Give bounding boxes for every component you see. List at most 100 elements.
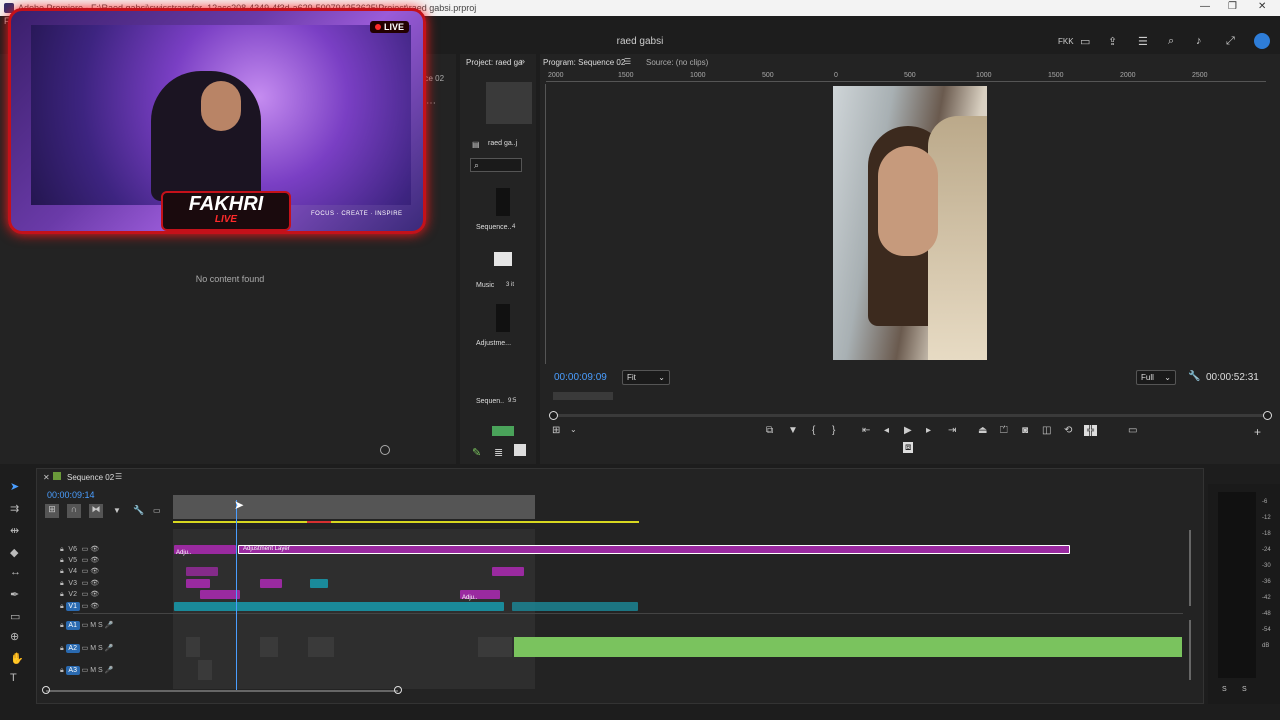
minimize-icon[interactable]: — (1200, 1, 1210, 12)
audio-thumb[interactable] (492, 426, 514, 436)
program-scrubber[interactable] (549, 411, 1272, 420)
lock-icon[interactable]: 🔒︎ (60, 645, 64, 652)
loop-button[interactable]: ⧈ (903, 442, 914, 453)
ripple-edit-icon[interactable]: ⇹ (10, 524, 19, 537)
program-tab[interactable]: Program: Sequence 02 (543, 58, 625, 67)
clip-v4b[interactable] (186, 567, 218, 576)
proxy-icon[interactable]: ⟲ (1064, 425, 1072, 436)
mark-in-icon[interactable]: { (812, 425, 815, 436)
timeline-timecode[interactable]: 00:00:09:14 (47, 490, 95, 500)
zoom-select[interactable]: Fit ⌄ (622, 370, 670, 385)
share-icon[interactable]: ⇪ (1108, 35, 1117, 48)
go-to-in-icon[interactable]: ⇤ (862, 425, 870, 436)
lock-icon[interactable]: 🔒︎ (60, 603, 64, 610)
add-button-icon[interactable]: + (1254, 425, 1261, 439)
settings-icon[interactable]: ⊞ (552, 425, 560, 436)
linked-selection-icon[interactable]: ⧓ (89, 504, 103, 518)
folder-icon[interactable] (494, 252, 512, 266)
mark-out-icon[interactable]: } (832, 425, 835, 436)
volume-icon[interactable]: ♪ (1196, 35, 1202, 47)
camera-icon[interactable]: ◙ (1022, 425, 1028, 436)
bin-item-adjustment[interactable]: Adjustme... (476, 340, 511, 347)
track-label[interactable]: A3 (65, 666, 80, 675)
menu-icon[interactable]: ☰ (1138, 35, 1148, 48)
lock-icon[interactable]: 🔒︎ (60, 580, 64, 587)
audio-clip-a2-2[interactable] (260, 637, 278, 657)
fullscreen-icon[interactable]: ⤢ (1226, 35, 1235, 48)
clip-v3b[interactable] (260, 579, 282, 588)
track-label[interactable]: V2 (66, 590, 80, 599)
lock-icon[interactable]: 🔒︎ (60, 568, 64, 575)
scrubber-end-knob[interactable] (1263, 411, 1272, 420)
lift-icon[interactable]: ⏏ (978, 425, 987, 436)
compare-icon[interactable]: ◫ (1042, 425, 1051, 436)
razor-tool-icon[interactable]: ◆ (10, 546, 18, 559)
source-tab[interactable]: Source: (no clips) (646, 58, 708, 67)
hand-tool-icon[interactable]: ✋ (10, 652, 24, 665)
step-forward-icon[interactable]: ▸ (926, 425, 931, 436)
lock-icon[interactable]: 🔒︎ (60, 546, 64, 553)
scrubber-start-knob[interactable] (549, 411, 558, 420)
expand-panels-icon[interactable]: » (520, 56, 525, 66)
pen-tool-icon[interactable]: ✒ (10, 588, 19, 601)
audio-clip-a2-4[interactable] (478, 637, 512, 657)
clip-v3c[interactable] (310, 579, 328, 588)
step-back-icon[interactable]: ◂ (884, 425, 889, 436)
sequence-tab[interactable]: Sequence 02 (67, 473, 114, 482)
hscroll-start-handle[interactable] (42, 686, 50, 694)
multicam-icon[interactable]: ▭ (1128, 425, 1137, 436)
project-file-label[interactable]: raed ga..j (488, 140, 517, 147)
solo-right-button[interactable]: S (1242, 686, 1247, 693)
close-icon[interactable]: ✕ (1258, 1, 1266, 12)
mini-timeline[interactable] (553, 392, 613, 400)
program-menu-icon[interactable]: ☰ (624, 57, 631, 66)
timeline-hscroll[interactable] (46, 690, 398, 692)
clip-v3[interactable] (186, 579, 210, 588)
zoom-slider[interactable] (380, 445, 390, 455)
project-search-input[interactable]: ⌕ (470, 158, 522, 172)
clip-v4[interactable] (492, 567, 524, 576)
audio-clip-music[interactable] (514, 637, 1182, 657)
sequence-menu-icon[interactable]: ☰ (115, 472, 122, 481)
lock-icon[interactable]: 🔒︎ (60, 667, 64, 674)
clip-v2[interactable] (200, 590, 240, 599)
program-timecode[interactable]: 00:00:09:09 (554, 372, 607, 383)
bin-item-sequence[interactable]: Sequence.. (476, 224, 511, 231)
type-tool-icon[interactable]: T (10, 672, 17, 684)
slip-tool-icon[interactable]: ↔ (10, 566, 21, 578)
search-icon[interactable]: ⌕ (1168, 35, 1174, 48)
panel-icon[interactable]: ▭ (1080, 35, 1090, 48)
work-area-bar[interactable] (173, 495, 535, 519)
snap-icon[interactable]: ∩ (67, 504, 81, 518)
clip-v1b[interactable] (512, 602, 638, 611)
audio-clip-a2-3[interactable] (308, 637, 334, 657)
lock-icon[interactable]: 🔒︎ (60, 591, 64, 598)
selection-tool-icon[interactable]: ➤ (10, 480, 19, 493)
project-tab[interactable]: Project: raed ga (466, 58, 522, 67)
wrench-icon[interactable]: 🔧 (1188, 371, 1200, 382)
hscroll-end-handle[interactable] (394, 686, 402, 694)
track-label[interactable]: A2 (65, 644, 80, 653)
track-select-icon[interactable]: ⇉ (10, 502, 19, 515)
captions-icon[interactable]: ▭ (153, 506, 161, 515)
clip-adjustment-short[interactable]: Adju.. (174, 545, 236, 556)
add-marker-icon[interactable]: ▼ (113, 506, 121, 515)
icon-view-button[interactable] (514, 444, 526, 456)
quality-select[interactable]: Full ⌄ (1136, 370, 1176, 385)
video-vscroll[interactable] (1189, 530, 1191, 606)
timeline-settings-icon[interactable]: 🔧 (133, 505, 144, 516)
marker-icon[interactable]: ▼ (788, 425, 798, 436)
bin-item-sequence2[interactable]: Sequen.. (476, 398, 504, 405)
solo-left-button[interactable]: S (1222, 686, 1227, 693)
lock-icon[interactable]: 🔒︎ (60, 622, 64, 629)
export-frame-icon[interactable]: ⧉ (766, 425, 773, 436)
sequence-thumb[interactable] (496, 188, 510, 216)
bin-item-music[interactable]: Music (476, 282, 494, 289)
track-label[interactable]: V4 (66, 567, 80, 576)
go-to-out-icon[interactable]: ⇥ (948, 425, 956, 436)
track-label[interactable]: V5 (66, 556, 80, 565)
audio-vscroll[interactable] (1189, 620, 1191, 680)
pencil-icon[interactable]: ✎ (472, 446, 481, 459)
zoom-tool-icon[interactable]: ⊕ (10, 630, 19, 643)
track-label[interactable]: V3 (66, 579, 80, 588)
